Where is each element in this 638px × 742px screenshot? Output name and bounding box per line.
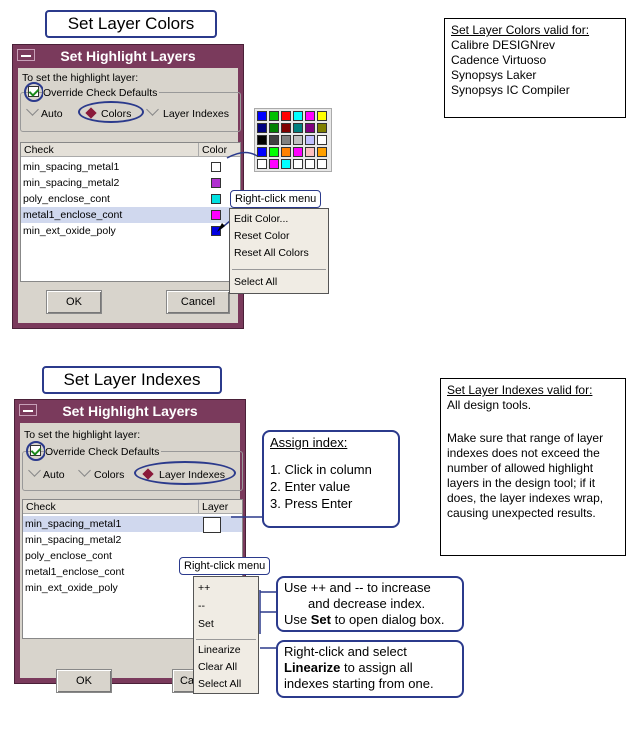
callout-line: Right-click and select	[284, 644, 407, 659]
palette-swatch[interactable]	[317, 123, 327, 133]
palette-swatch[interactable]	[305, 147, 315, 157]
rightclick-label-colors: Right-click menu	[230, 190, 322, 208]
palette-swatch[interactable]	[257, 123, 267, 133]
palette-swatch[interactable]	[269, 111, 279, 121]
assign-title: Assign index:	[270, 435, 348, 450]
menu-item-clear-all[interactable]: Clear All	[198, 661, 237, 673]
dialog-titlebar: Set Highlight Layers	[15, 400, 245, 422]
dialog-titlebar: Set Highlight Layers	[13, 45, 243, 67]
dialog-title: Set Highlight Layers	[60, 48, 196, 64]
increment-callout: Use ++ and -- to increase and decrease i…	[276, 576, 464, 632]
palette-swatch[interactable]	[317, 111, 327, 121]
layer-index-input[interactable]	[203, 517, 221, 533]
callout-line: Use Set to open dialog box.	[284, 612, 445, 627]
highlight-oval	[24, 82, 44, 102]
callout-line: Linearize to assign all	[284, 660, 413, 675]
color-palette[interactable]	[254, 108, 332, 172]
prompt-label: To set the highlight layer:	[22, 72, 139, 84]
section-heading-colors: Set Layer Colors	[45, 10, 217, 38]
menu-item-reset-color[interactable]: Reset Color	[234, 230, 289, 242]
indexes-valid-info: Set Layer Indexes valid for: All design …	[440, 378, 626, 556]
callout-line: indexes starting from one.	[284, 676, 434, 691]
palette-swatch[interactable]	[293, 159, 303, 169]
callout-line: Use ++ and -- to increase	[284, 580, 431, 595]
table-row[interactable]: min_spacing_metal2	[23, 532, 242, 548]
info-line: All design tools.	[447, 398, 532, 412]
info-title: Set Layer Indexes valid for:	[447, 383, 593, 397]
radio-colors-label[interactable]: Colors	[94, 469, 124, 481]
info-line: Cadence Virtuoso	[451, 53, 547, 67]
col-header-check[interactable]: Check	[23, 500, 199, 514]
radio-auto-label[interactable]: Auto	[43, 469, 65, 481]
override-label: Override Check Defaults	[45, 446, 162, 458]
radio-colors-label[interactable]: Colors	[101, 108, 131, 120]
info-title: Set Layer Colors valid for:	[451, 23, 590, 37]
palette-swatch[interactable]	[317, 147, 327, 157]
radio-layer-indexes-label[interactable]: Layer Indexes	[163, 108, 229, 120]
colors-valid-info: Set Layer Colors valid for: Calibre DESI…	[444, 18, 626, 118]
assign-step: 1. Click in column	[270, 462, 372, 477]
rightclick-label-indexes: Right-click menu	[179, 557, 271, 575]
palette-swatch[interactable]	[281, 159, 291, 169]
menu-separator	[196, 639, 256, 640]
palette-swatch[interactable]	[305, 123, 315, 133]
menu-item-reset-all-colors[interactable]: Reset All Colors	[234, 247, 309, 259]
info-line: Synopsys IC Compiler	[451, 83, 570, 97]
menu-item-decrement[interactable]: --	[198, 600, 205, 612]
section-heading-indexes: Set Layer Indexes	[42, 366, 222, 394]
assign-index-callout: Assign index: 1. Click in column 2. Ente…	[262, 430, 400, 528]
palette-swatch[interactable]	[293, 135, 303, 145]
col-header-check[interactable]: Check	[21, 143, 199, 157]
assign-step: 2. Enter value	[270, 479, 351, 494]
palette-swatch[interactable]	[317, 135, 327, 145]
palette-swatch[interactable]	[293, 111, 303, 121]
window-menu-icon[interactable]	[19, 404, 37, 416]
menu-item-increment[interactable]: ++	[198, 582, 210, 594]
info-line: Synopsys Laker	[451, 68, 537, 82]
palette-swatch[interactable]	[305, 111, 315, 121]
context-menu-indexes: ++ -- Set Linearize Clear All Select All	[193, 576, 259, 694]
callout-line: and decrease index.	[308, 596, 426, 611]
radio-auto-label[interactable]: Auto	[41, 108, 63, 120]
ok-button[interactable]: OK	[46, 290, 102, 314]
menu-item-select-all[interactable]: Select All	[234, 276, 277, 288]
palette-swatch[interactable]	[281, 135, 291, 145]
palette-swatch[interactable]	[281, 123, 291, 133]
palette-swatch[interactable]	[269, 159, 279, 169]
palette-swatch[interactable]	[281, 111, 291, 121]
assign-step: 3. Press Enter	[270, 496, 353, 511]
palette-swatch[interactable]	[293, 123, 303, 133]
prompt-label: To set the highlight layer:	[24, 429, 141, 441]
menu-item-edit-color[interactable]: Edit Color...	[234, 213, 288, 225]
menu-item-linearize[interactable]: Linearize	[198, 644, 241, 656]
radio-layer-indexes-label[interactable]: Layer Indexes	[159, 469, 225, 481]
cancel-button[interactable]: Cancel	[166, 290, 230, 314]
menu-item-set[interactable]: Set	[198, 618, 214, 630]
palette-swatch[interactable]	[305, 159, 315, 169]
palette-swatch[interactable]	[293, 147, 303, 157]
palette-swatch[interactable]	[257, 135, 267, 145]
palette-swatch[interactable]	[281, 147, 291, 157]
palette-swatch[interactable]	[257, 111, 267, 121]
override-label: Override Check Defaults	[43, 87, 160, 99]
dialog-title: Set Highlight Layers	[62, 403, 198, 419]
menu-item-select-all[interactable]: Select All	[198, 678, 241, 690]
ok-button[interactable]: OK	[56, 669, 112, 693]
palette-swatch[interactable]	[269, 147, 279, 157]
highlight-oval	[26, 441, 46, 461]
info-line: Calibre DESIGNrev	[451, 38, 556, 52]
window-menu-icon[interactable]	[17, 49, 35, 61]
palette-swatch[interactable]	[305, 135, 315, 145]
palette-swatch[interactable]	[269, 123, 279, 133]
palette-swatch[interactable]	[269, 135, 279, 145]
context-menu-colors: Edit Color... Reset Color Reset All Colo…	[229, 208, 329, 294]
linearize-callout: Right-click and select Linearize to assi…	[276, 640, 464, 698]
palette-swatch[interactable]	[317, 159, 327, 169]
menu-separator	[232, 269, 326, 270]
info-body: Make sure that range of layer indexes do…	[447, 431, 604, 520]
